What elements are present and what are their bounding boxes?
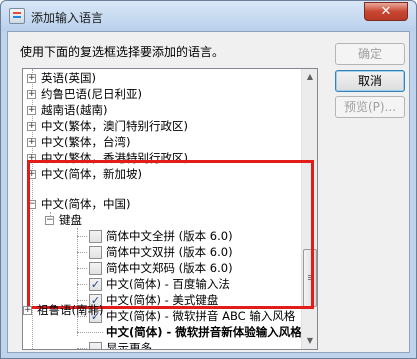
keyboard-checkbox[interactable] <box>89 230 102 243</box>
preview-button[interactable]: 预览(P)... <box>335 96 405 118</box>
tree-item-label: 祖鲁语(南非) <box>37 303 104 317</box>
tree-item-label: 约鲁巴语(尼日利亚) <box>41 87 142 101</box>
tree-connector <box>77 300 87 301</box>
keyboard-label: 简体中文双拼 (版本 6.0) <box>106 245 233 259</box>
tree-connector <box>77 284 87 285</box>
keyboard-label: 中文(简体) - 微软拼音新体验输入风格 <box>106 325 302 339</box>
tree-connector <box>77 236 87 237</box>
tree-item-label: 中文(繁体，澳门特别行政区) <box>41 119 188 133</box>
tree-item-label: 中文(繁体，香港特别行政区) <box>41 151 188 165</box>
expand-icon[interactable]: + <box>27 154 36 163</box>
tree-item-label: 中文(繁体，台湾) <box>41 135 131 149</box>
keyboard-label: 中文(简体) - 微软拼音 ABC 输入风格 <box>106 309 296 323</box>
tree-connector <box>77 332 103 333</box>
tree-connector <box>77 228 78 336</box>
cancel-button[interactable]: 取消 <box>335 70 405 92</box>
keyboard-label: 中文(简体) - 美式键盘 <box>106 293 219 307</box>
tree-item-label: 越南语(越南) <box>41 103 108 117</box>
keyboard-label: 中文(简体) - 百度输入法 <box>106 277 230 291</box>
tree-connector <box>77 252 87 253</box>
ok-button[interactable]: 确定 <box>335 43 405 65</box>
keyboard-label: 简体中文郑码 (版本 6.0) <box>106 261 233 275</box>
scroll-thumb[interactable] <box>303 249 317 307</box>
expand-icon[interactable]: + <box>27 122 36 131</box>
keyboard-checkbox[interactable] <box>89 262 102 275</box>
show-more-checkbox[interactable] <box>89 342 102 349</box>
close-button[interactable]: ✕ <box>364 2 408 21</box>
tree-item-label: 中文(简体，中国) <box>41 197 131 211</box>
add-input-language-dialog: 添加输入语言 ✕ 使用下面的复选框选择要添加的语言。 + 英语(英国) + 约鲁… <box>0 0 417 359</box>
instruction-text: 使用下面的复选框选择要添加的语言。 <box>20 45 225 59</box>
expand-icon[interactable]: + <box>27 90 36 99</box>
window-title: 添加输入语言 <box>31 11 104 25</box>
tree-item-label: 键盘 <box>59 213 82 227</box>
keyboard-checkbox-checked[interactable]: ✓ <box>89 278 102 291</box>
expand-icon[interactable]: + <box>27 74 36 83</box>
scroll-down-arrow-icon[interactable]: ▼ <box>302 333 317 349</box>
expand-icon[interactable]: + <box>27 106 36 115</box>
keyboard-checkbox[interactable] <box>89 246 102 259</box>
show-more-label: 显示更多... <box>106 341 163 350</box>
scroll-up-arrow-icon[interactable]: ▲ <box>302 69 317 85</box>
expand-icon[interactable]: + <box>27 138 36 147</box>
tree-item-label: 中文(简体，新加坡) <box>41 167 142 181</box>
keyboard-label: 简体中文全拼 (版本 6.0) <box>106 229 233 243</box>
collapse-icon[interactable]: − <box>45 216 54 225</box>
keyboard-language-icon <box>9 8 25 24</box>
vertical-scrollbar[interactable]: ▲ ▼ <box>301 69 317 349</box>
collapse-icon[interactable]: − <box>27 200 36 209</box>
tree-item-label: 英语(英国) <box>41 71 96 85</box>
grip-icon <box>308 275 314 276</box>
tree-connector <box>77 268 87 269</box>
tree-connector <box>77 348 87 349</box>
expand-icon[interactable]: + <box>27 170 36 179</box>
expand-icon[interactable]: + <box>23 306 32 315</box>
title-bar: 添加输入语言 ✕ <box>1 1 416 31</box>
